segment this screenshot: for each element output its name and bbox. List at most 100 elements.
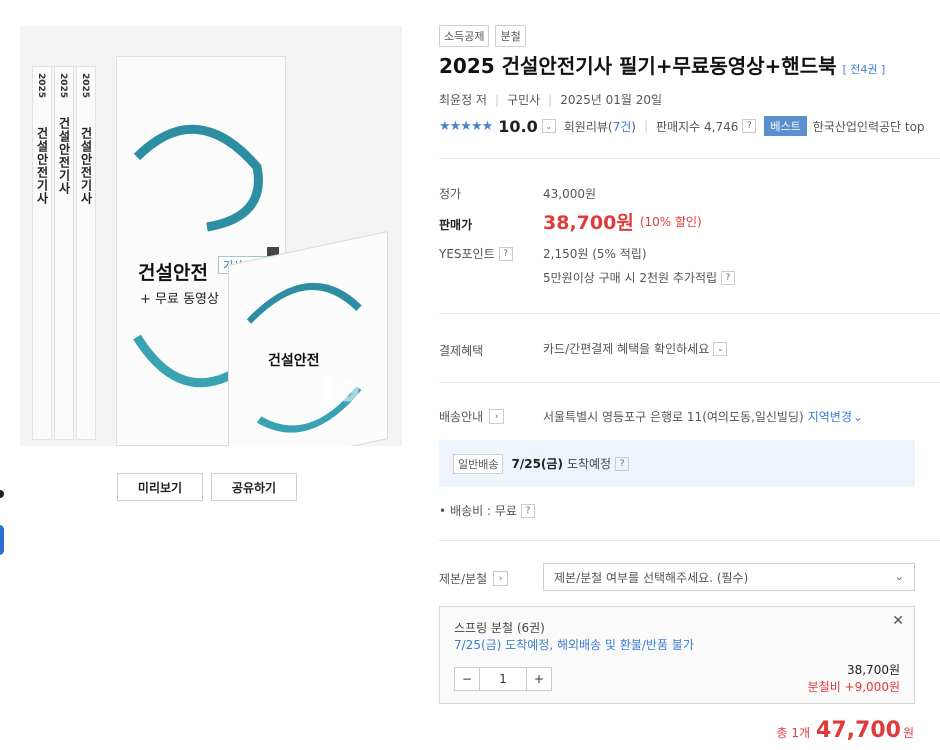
delivery-label-row: 배송안내 › <box>439 408 505 425</box>
divider-line <box>439 382 940 383</box>
divider-line <box>439 158 940 159</box>
product-image[interactable]: 2025 건설안전기사 2025 건설안전기사 2025 건설안전기사 건설안전… <box>20 26 402 446</box>
share-button[interactable]: 공유하기 <box>211 473 297 501</box>
shipping-info-box: 일반배송 7/25(금) 도착예정 ? <box>439 440 915 487</box>
chevron-right-icon[interactable]: › <box>493 571 509 586</box>
option-name: 스프링 분철 (6권) <box>454 621 545 635</box>
delivery-address: 서울특별시 영등포구 은행로 11(여의도동,일신빌딩) <box>543 410 804 424</box>
delivery-address-row: 서울특별시 영등포구 은행로 11(여의도동,일신빌딩) 지역변경 ⌄ <box>543 408 863 425</box>
book-cover-handbook <box>228 230 388 446</box>
point-label: YES포인트 <box>439 247 495 261</box>
payment-label: 결제혜택 <box>439 344 484 358</box>
total-price: 총 1개 47,700 원 <box>777 718 914 743</box>
binding-label: 제본/분철 <box>439 572 488 586</box>
help-icon[interactable]: ? <box>498 246 513 261</box>
chevron-down-icon[interactable]: ⌄ <box>713 341 728 356</box>
payment-row: 카드/간편결제 혜택을 확인하세요 ⌄ <box>543 340 728 357</box>
chevron-down-icon: ⌄ <box>894 570 904 583</box>
spine-title: 건설안전기사 <box>57 117 71 195</box>
divider-line <box>439 540 940 541</box>
spine-year: 2025 <box>36 73 46 99</box>
sale-price: 38,700원 <box>543 212 634 234</box>
product-title-row: 2025 건설안전기사 필기+무료동영상+핸드북 [ 전4권 ] <box>439 50 885 79</box>
shipping-fee: 배송비 : 무료 <box>450 504 517 518</box>
divider: | <box>643 119 649 133</box>
shipping-fee-row: • 배송비 : 무료 ? <box>439 502 535 519</box>
best-category[interactable]: 한국산업인력공단 top <box>813 118 925 135</box>
point-value: 2,150원 (5% 적립) <box>543 247 647 261</box>
book-spine-1: 2025 건설안전기사 <box>32 66 52 440</box>
chevron-right-icon[interactable]: › <box>489 409 505 424</box>
minus-button[interactable]: − <box>455 668 479 690</box>
point-label-row: YES포인트 ? <box>439 245 513 262</box>
divider: | <box>548 92 553 107</box>
sales-index: 판매지수 4,746 <box>656 119 739 134</box>
list-price-value: 43,000원 <box>543 187 597 201</box>
tag-tax-deduction: 소득공제 <box>439 25 490 47</box>
extra-point: 5만원이상 구매 시 2천원 추가적립 <box>543 271 718 285</box>
review-prefix: 회원리뷰( <box>563 119 613 134</box>
star-rating-icon: ★★★★★ <box>439 118 493 134</box>
preview-button[interactable]: 미리보기 <box>117 473 203 501</box>
help-icon[interactable]: ? <box>721 270 736 285</box>
divider: | <box>494 92 500 107</box>
spine-year: 2025 <box>58 73 68 99</box>
handbook-title: 건설안전 <box>268 353 320 369</box>
option-price: 38,700원 <box>846 663 900 677</box>
total-unit: 원 <box>902 726 914 740</box>
binding-select[interactable]: 제본/분철 여부를 선택해주세요. (필수) ⌄ <box>543 563 915 591</box>
tag-row: 소득공제 분철 <box>439 25 526 47</box>
rating-score: 10.0 <box>498 116 538 136</box>
total-amount: 47,700 <box>816 718 901 743</box>
publisher[interactable]: 구민사 <box>507 91 540 108</box>
chevron-down-icon[interactable]: ⌄ <box>853 410 863 424</box>
sale-price-row: 38,700원 (10% 할인) <box>543 208 702 235</box>
sale-price-label: 판매가 <box>439 218 473 232</box>
close-icon[interactable]: ✕ <box>892 613 904 629</box>
image-actions: 미리보기 공유하기 <box>117 473 297 501</box>
payment-value[interactable]: 카드/간편결제 혜택을 확인하세요 <box>543 340 709 357</box>
option-info: 7/25(금) 도착예정, 해외배송 및 환불/반품 불가 <box>454 638 694 652</box>
option-fee: 분철비 +9,000원 <box>807 680 900 694</box>
arrival-text: 도착예정 <box>566 457 612 471</box>
product-title: 2025 건설안전기사 필기+무료동영상+핸드북 <box>439 54 837 78</box>
book-spine-2: 2025 건설안전기사 <box>54 66 74 440</box>
binding-select-text: 제본/분철 여부를 선택해주세요. (필수) <box>554 570 749 585</box>
help-icon[interactable]: ? <box>742 119 757 133</box>
chevron-down-icon[interactable]: ⌄ <box>541 119 556 133</box>
help-icon[interactable]: ? <box>520 503 535 518</box>
edge-scroll-indicator <box>0 525 4 555</box>
binding-label-row: 제본/분철 › <box>439 570 509 587</box>
book-spine-3: 2025 건설안전기사 <box>76 66 96 440</box>
cover-subtitle: + 무료 동영상 <box>140 292 219 307</box>
extra-point-row: 5만원이상 구매 시 2천원 추가적립 ? <box>543 269 736 286</box>
cover-title: 건설안전 <box>138 262 208 284</box>
quantity-stepper: − 1 + <box>454 667 552 691</box>
watermark: Jo <box>320 366 361 410</box>
discount-rate: (10% 할인) <box>639 215 702 229</box>
edge-dot <box>0 490 4 498</box>
list-price-label: 정가 <box>439 187 462 201</box>
quantity-input[interactable]: 1 <box>479 668 527 690</box>
review-count: 7건 <box>612 119 632 134</box>
pub-date: 2025년 01월 20일 <box>560 93 663 107</box>
help-icon[interactable]: ? <box>615 456 630 471</box>
plus-button[interactable]: + <box>527 668 551 690</box>
tag-binding: 분철 <box>495 25 526 47</box>
best-badge: 베스트 <box>764 116 807 136</box>
divider-line <box>439 313 940 314</box>
delivery-label: 배송안내 <box>439 410 484 424</box>
product-meta: 최윤정 저 | 구민사 | 2025년 01월 20일 <box>439 91 662 108</box>
selected-option-box: 스프링 분철 (6권) 7/25(금) 도착예정, 해외배송 및 환불/반품 불… <box>439 606 915 704</box>
total-label: 총 1개 <box>776 726 811 740</box>
change-region-link[interactable]: 지역변경 <box>808 408 852 425</box>
spine-title: 건설안전기사 <box>79 127 93 205</box>
spine-year: 2025 <box>80 73 90 99</box>
volume-link[interactable]: [ 전4권 ] <box>843 63 886 76</box>
shipping-type: 일반배송 <box>453 453 504 474</box>
handbook-graphic <box>246 282 362 433</box>
author[interactable]: 최윤정 저 <box>439 91 487 108</box>
bullet-icon: • <box>439 503 447 518</box>
spine-title: 건설안전기사 <box>35 127 49 205</box>
review-link[interactable]: 회원리뷰(7건) <box>564 118 636 135</box>
